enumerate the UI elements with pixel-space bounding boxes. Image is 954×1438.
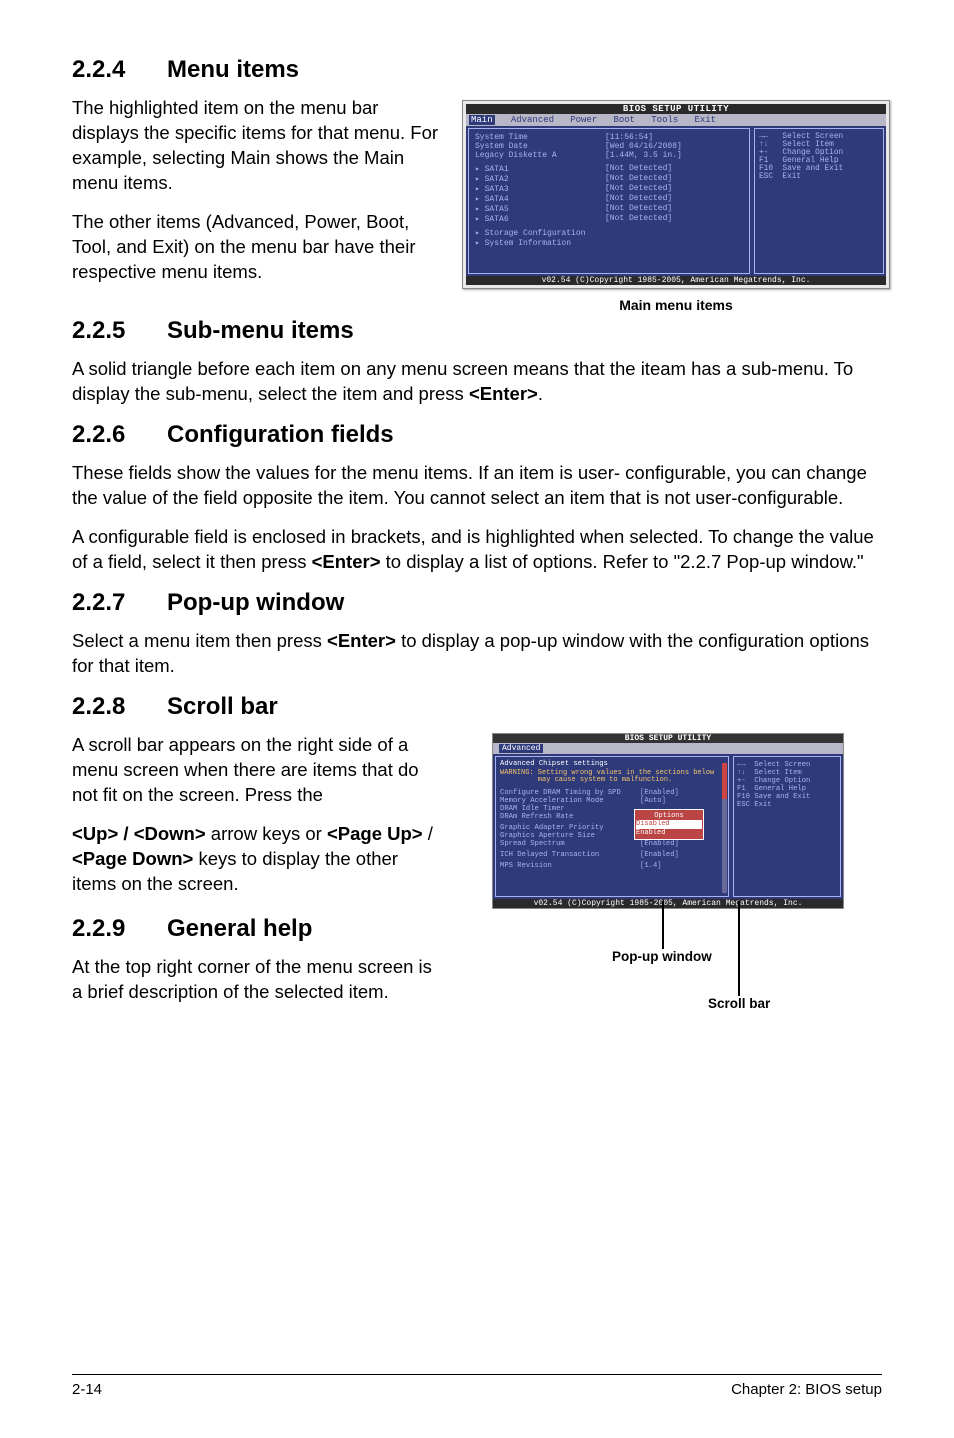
bios1-menu-tools: Tools (651, 115, 678, 125)
bios2-row-label: DRAm Refresh Rate (500, 813, 640, 821)
bios2-row-val: [Auto] (640, 797, 666, 805)
heading-229-num: 2.2.9 (72, 915, 167, 943)
bios-screenshot-main: BIOS SETUP UTILITY Main Advanced Power B… (462, 100, 890, 289)
bios2-row-label: Memory Acceleration Mode (500, 797, 640, 805)
heading-227: 2.2.7Pop-up window (72, 589, 882, 617)
bios1-menu-main: Main (469, 115, 495, 125)
para-config-1: These fields show the values for the men… (72, 461, 882, 511)
heading-225-num: 2.2.5 (72, 317, 167, 345)
bios1-menu-power: Power (570, 115, 597, 125)
bios1-row-val: [Wed 04/16/2008] (605, 142, 682, 151)
popup-label: Pop-up window (612, 949, 712, 964)
bios2-row-val: [1.4] (640, 862, 662, 870)
heading-228-title: Scroll bar (167, 693, 278, 720)
bios2-menu-advanced: Advanced (499, 744, 543, 753)
bios1-row-val: [Not Detected] (605, 174, 672, 184)
page-footer: 2-14 Chapter 2: BIOS setup (72, 1374, 882, 1398)
callout-line-popup (662, 901, 664, 949)
bios1-help-pane: →← Select Screen ↑↓ Select Item +- Chang… (754, 128, 884, 274)
heading-228: 2.2.8Scroll bar (72, 693, 882, 721)
scroll-label: Scroll bar (708, 996, 770, 1011)
bios1-row-label: ▸ SATA1 (475, 164, 605, 174)
bios1-row-label: ▸ SATA4 (475, 194, 605, 204)
footer-chapter: Chapter 2: BIOS setup (731, 1381, 882, 1398)
para-submenu: A solid triangle before each item on any… (72, 357, 882, 407)
bios2-row-label: Graphic Adapter Priority (500, 824, 640, 832)
bios2-menubar: Advanced (493, 743, 843, 754)
bios1-row-val: [Not Detected] (605, 194, 672, 204)
bios1-row-label: ▸ SATA2 (475, 174, 605, 184)
bios1-row-val: [Not Detected] (605, 164, 672, 174)
bios1-row-label: Legacy Diskette A (475, 151, 605, 160)
para-menu-items-1: The highlighted item on the menu bar dis… (72, 96, 442, 196)
heading-228-num: 2.2.8 (72, 693, 167, 721)
bios2-row-val: [Enabled] (640, 789, 679, 797)
heading-226-title: Configuration fields (167, 421, 394, 448)
bios1-row-val: [1.44M, 3.5 in.] (605, 151, 682, 160)
heading-229: 2.2.9General help (72, 915, 442, 943)
para-scroll-2: <Up> / <Down> arrow keys or <Page Up> / … (72, 822, 442, 897)
bios1-row-label: ▸ SATA6 (475, 214, 605, 224)
para-scroll-1: A scroll bar appears on the right side o… (72, 733, 442, 808)
bios2-left-pane: Advanced Chipset settings WARNING: Setti… (495, 756, 729, 897)
bios2-footer: v02.54 (C)Copyright 1985-2005, American … (493, 899, 843, 908)
popup-item-selected: Disabled (636, 820, 702, 828)
bios2-scrollbar (722, 763, 727, 893)
bios1-row-label: ▸ SATA3 (475, 184, 605, 194)
bios1-title: BIOS SETUP UTILITY (466, 104, 886, 114)
bios1-row-val: [Not Detected] (605, 214, 672, 224)
bios2-row-label: Spread Spectrum (500, 840, 640, 848)
bios1-menu-advanced: Advanced (511, 115, 554, 125)
heading-224: 2.2.4Menu items (72, 56, 882, 84)
bios2-row-val: [Enabled] (640, 840, 679, 848)
bios1-row-val: [Not Detected] (605, 204, 672, 214)
bios2-row-label: MPS Revision (500, 862, 640, 870)
bios1-row-label: ▸ System Information (475, 238, 605, 248)
bios1-row-label: System Date (475, 142, 605, 151)
bios1-menubar: Main Advanced Power Boot Tools Exit (466, 114, 886, 126)
bios2-row-val: [Enabled] (640, 851, 679, 859)
bios2-popup: Options Disabled Enabled (634, 809, 704, 840)
heading-226-num: 2.2.6 (72, 421, 167, 449)
bios1-menu-exit: Exit (694, 115, 716, 125)
heading-226: 2.2.6Configuration fields (72, 421, 882, 449)
bios2-heading: Advanced Chipset settings (500, 760, 724, 768)
heading-227-num: 2.2.7 (72, 589, 167, 617)
bios1-row-label: System Time (475, 133, 605, 142)
bios2-warning: WARNING: Setting wrong values in the sec… (500, 770, 724, 785)
bios-screenshot-advanced: BIOS SETUP UTILITY Advanced Advanced Chi… (492, 733, 844, 909)
callout-line-scroll (738, 901, 740, 996)
bios2-row-label: Graphics Aperture Size (500, 832, 640, 840)
bios1-left-pane: System Time[11:56:54] System Date[Wed 04… (468, 128, 750, 274)
para-popup: Select a menu item then press <Enter> to… (72, 629, 882, 679)
bios2-row-label: DRAM Idle Timer (500, 805, 640, 813)
footer-page-number: 2-14 (72, 1381, 102, 1398)
para-config-2: A configurable field is enclosed in brac… (72, 525, 882, 575)
para-menu-items-2: The other items (Advanced, Power, Boot, … (72, 210, 442, 285)
popup-title: Options (636, 812, 702, 820)
bios1-row-label: ▸ SATA5 (475, 204, 605, 214)
bios1-row-val: [11:56:54] (605, 133, 653, 142)
bios2-row-label: ICH Delayed Transaction (500, 851, 640, 859)
bios2-scrollthumb (722, 763, 727, 799)
bios2-row-label: Configure DRAM Timing by SPD (500, 789, 640, 797)
heading-224-title: Menu items (167, 56, 299, 83)
popup-item: Enabled (636, 829, 665, 837)
bios2-title: BIOS SETUP UTILITY (493, 734, 843, 743)
para-help: At the top right corner of the menu scre… (72, 955, 442, 1005)
heading-225-title: Sub-menu items (167, 317, 354, 344)
heading-229-title: General help (167, 915, 312, 942)
bios1-menu-boot: Boot (613, 115, 635, 125)
heading-227-title: Pop-up window (167, 589, 344, 616)
bios1-row-val: [Not Detected] (605, 184, 672, 194)
bios1-caption: Main menu items (462, 297, 890, 313)
bios2-help-pane: ←→ Select Screen ↑↓ Select Item +- Chang… (733, 756, 841, 897)
bios1-row-label: ▸ Storage Configuration (475, 228, 605, 238)
heading-225: 2.2.5Sub-menu items (72, 317, 882, 345)
bios1-footer: v02.54 (C)Copyright 1985-2005, American … (466, 276, 886, 285)
heading-224-num: 2.2.4 (72, 56, 167, 84)
